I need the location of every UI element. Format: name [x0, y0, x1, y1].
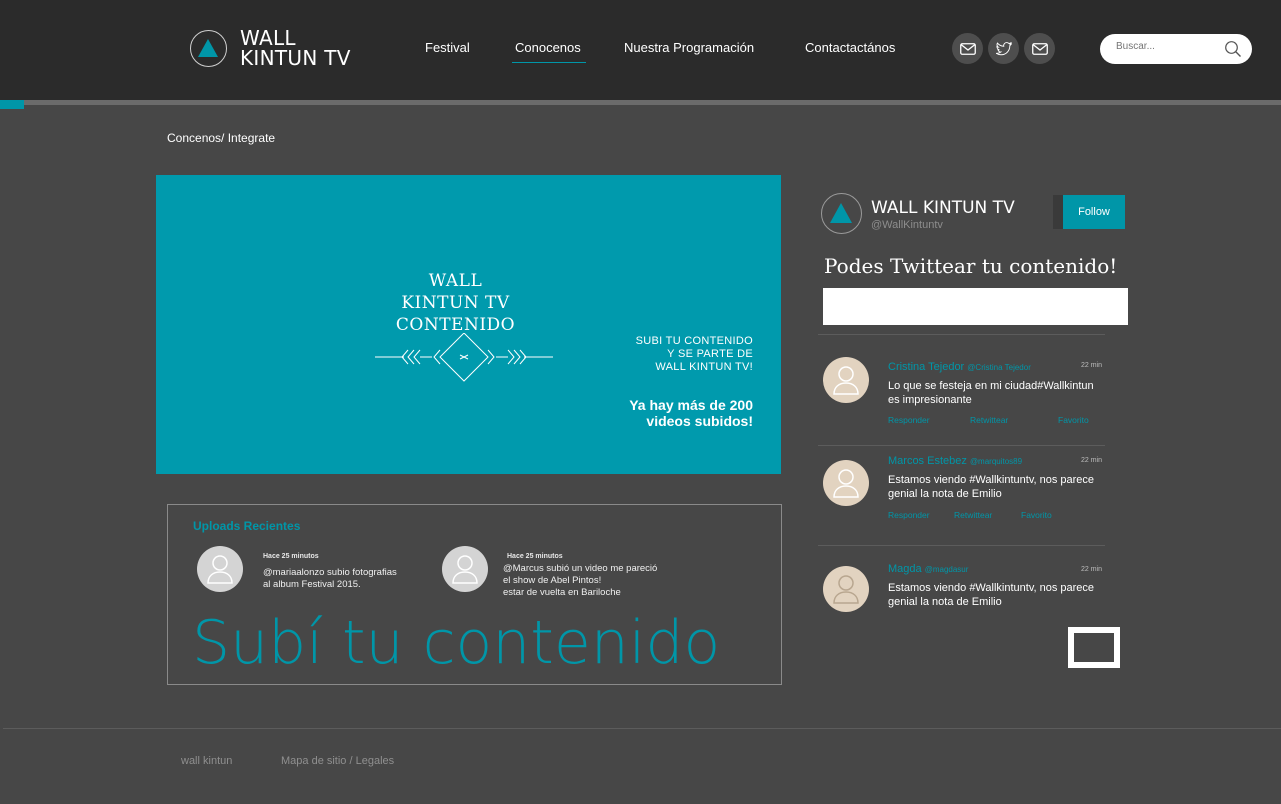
- tweet-input[interactable]: [823, 288, 1128, 325]
- banner-subtitle: SUBI TU CONTENIDO Y SE PARTE DE WALL KIN…: [635, 335, 753, 373]
- tweet-text: Lo que se festeja en mi ciudad#Wallkintu…: [888, 380, 1094, 406]
- uploads-title: Uploads Recientes: [193, 519, 301, 533]
- search-input[interactable]: [1116, 41, 1216, 52]
- logo-text: WALL KINTUN TV: [240, 26, 351, 70]
- reply-link[interactable]: Responder: [888, 510, 930, 520]
- header-divider: [0, 100, 1281, 105]
- search-icon[interactable]: [1224, 40, 1242, 62]
- follow-button-shadow: [1053, 195, 1063, 229]
- tweet-heading: Podes Twittear tu contenido!: [824, 254, 1118, 278]
- upload-content-cta[interactable]: Subí tu contenido: [192, 605, 720, 681]
- favorite-link[interactable]: Favorito: [1058, 415, 1089, 425]
- avatar: [823, 566, 869, 612]
- mail-icon[interactable]: [1024, 33, 1055, 64]
- tweet-time: 22 min: [1081, 457, 1103, 464]
- twitter-profile-name: WALL KINTUN TV: [871, 198, 1015, 218]
- footer-divider: [3, 728, 1281, 729]
- recent-uploads-panel: Uploads Recientes Hace 25 minutos @maria…: [167, 504, 782, 685]
- site-header: WALL KINTUN TV Festival Conocenos Nuestr…: [0, 0, 1281, 100]
- social-links: [952, 33, 1055, 64]
- retweet-link[interactable]: Retwittear: [954, 510, 992, 520]
- tweet-text: Estamos viendo #Wallkintuntv, nos parece…: [888, 474, 1095, 500]
- upload-text: @mariaalonzo subio fotografias al album …: [263, 567, 397, 590]
- footer-link-sitemap[interactable]: Mapa de sitio / Legales: [281, 755, 394, 767]
- banner-video-count: Ya hay más de 200 videos subidos!: [629, 397, 753, 429]
- avatar: [442, 546, 488, 592]
- divider: [818, 545, 1105, 546]
- upload-time: Hace 25 minutos: [263, 553, 319, 560]
- twitter-icon[interactable]: [988, 33, 1019, 64]
- follow-button[interactable]: Follow: [1063, 195, 1125, 229]
- avatar: [197, 546, 243, 592]
- twitter-profile-handle[interactable]: @WallKintuntv: [871, 219, 943, 231]
- mail-icon[interactable]: [952, 33, 983, 64]
- tweet-author[interactable]: Cristina Tejedor @Cristina Tejedor: [888, 361, 1031, 373]
- nav-contactactanos[interactable]: Contactactános: [805, 40, 895, 55]
- upload-text: @Marcus subió un video me pareció el sho…: [503, 563, 658, 598]
- header-divider-accent: [0, 100, 24, 109]
- tweet-time: 22 min: [1081, 566, 1103, 573]
- tweet-text: Estamos viendo #Wallkintuntv, nos parece…: [888, 582, 1095, 608]
- tweet-author[interactable]: Marcos Estebez @marquitos89: [888, 455, 1022, 467]
- logo-triangle-icon: [821, 193, 862, 234]
- divider: [818, 445, 1105, 446]
- avatar: [823, 357, 869, 403]
- banner-title: WALL KINTUN TV CONTENIDO: [395, 271, 516, 335]
- scroll-handle[interactable]: [1068, 627, 1120, 668]
- favorite-link[interactable]: Favorito: [1021, 510, 1052, 520]
- divider: [818, 334, 1105, 335]
- breadcrumb[interactable]: Concenos/ Integrate: [167, 131, 275, 145]
- avatar: [823, 460, 869, 506]
- diamond-ornament-icon: [375, 333, 553, 382]
- nav-festival[interactable]: Festival: [425, 40, 470, 55]
- site-logo[interactable]: WALL KINTUN TV: [190, 28, 351, 68]
- nav-conocenos[interactable]: Conocenos: [512, 40, 586, 63]
- logo-triangle-icon: [190, 29, 227, 67]
- tweet-time: 22 min: [1081, 362, 1103, 369]
- nav-nuestra-programacion[interactable]: Nuestra Programación: [624, 40, 754, 55]
- search-box: [1100, 34, 1252, 64]
- tweet-author[interactable]: Magda @magdasur: [888, 563, 968, 575]
- footer-link-wall-kintun[interactable]: wall kintun: [181, 755, 232, 767]
- retweet-link[interactable]: Retwittear: [970, 415, 1008, 425]
- hero-banner: WALL KINTUN TV CONTENIDO SUBI TU CONTENI…: [156, 175, 781, 474]
- reply-link[interactable]: Responder: [888, 415, 930, 425]
- upload-time: Hace 25 minutos: [507, 553, 563, 560]
